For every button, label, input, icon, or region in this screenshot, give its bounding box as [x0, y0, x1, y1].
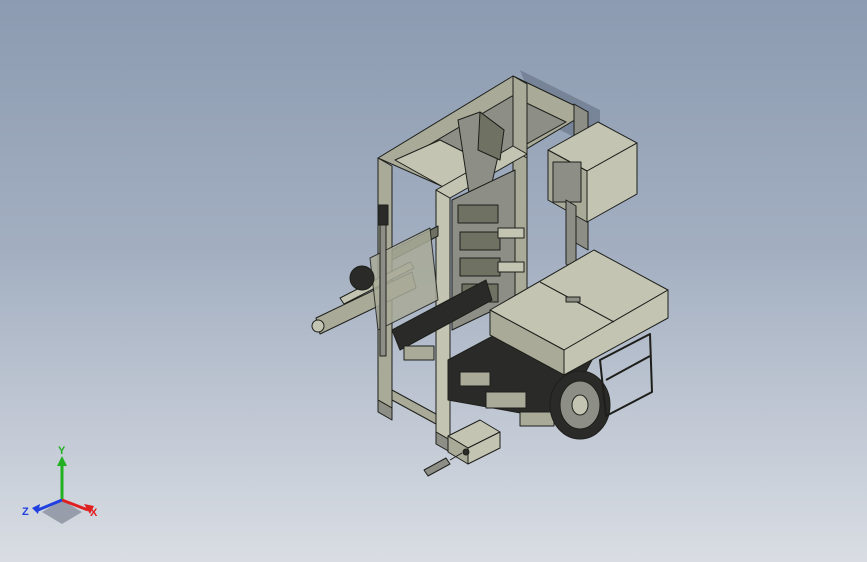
- left-cylinder-cap: [377, 204, 389, 226]
- triad-base-plane: [42, 500, 82, 524]
- machine-assembly-model[interactable]: [311, 70, 669, 477]
- conveyor-tray-2: [459, 371, 491, 387]
- y-axis-arrowhead: [57, 456, 67, 466]
- left-pulley: [349, 265, 375, 291]
- conveyor-tray-4: [519, 411, 555, 427]
- mechanism-block-2: [459, 231, 501, 251]
- base-rail: [391, 389, 437, 425]
- pusher-arm-end: [311, 319, 325, 333]
- left-vertical-rod: [379, 205, 387, 357]
- mechanism-block-1: [457, 204, 499, 224]
- conveyor-tray-3: [485, 391, 527, 409]
- cabinet-post: [565, 199, 577, 271]
- y-axis-label: Y: [58, 445, 66, 457]
- sensor-bolt: [423, 457, 451, 477]
- cylinder-2: [497, 261, 525, 273]
- conveyor-tray-1: [403, 345, 435, 361]
- z-axis-arrowhead: [32, 504, 40, 514]
- cabinet-door-panel: [552, 161, 582, 203]
- cylinder-1: [497, 227, 525, 239]
- coordinate-triad[interactable]: Y X Z: [20, 442, 120, 532]
- drive-sprocket-center: [571, 394, 589, 416]
- control-box-knob: [462, 448, 470, 456]
- cad-viewport[interactable]: [0, 0, 867, 562]
- x-axis-label: X: [90, 507, 98, 519]
- z-axis-label: Z: [22, 506, 29, 518]
- right-base-brace: [605, 355, 651, 381]
- cover-handle: [565, 296, 581, 303]
- mechanism-block-3: [459, 257, 501, 277]
